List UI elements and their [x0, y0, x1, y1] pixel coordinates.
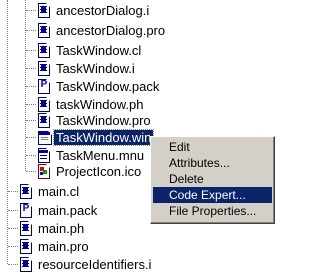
icon-line: [40, 67, 47, 68]
tree-item[interactable]: main.cl: [20, 181, 81, 202]
icon-line: [40, 49, 47, 50]
icon-line: [22, 190, 29, 191]
icon-line: [22, 193, 29, 194]
tree-branch: [26, 155, 36, 156]
source-file-icon: [38, 61, 50, 76]
tree-branch: [26, 171, 36, 172]
icon-line: [40, 103, 47, 104]
tree-item-label: resourceIdentifiers.i: [38, 257, 152, 272]
tree-branch: [8, 264, 18, 265]
icon-line: [40, 9, 47, 10]
icon-line: [40, 122, 47, 123]
menu-item-file-properties[interactable]: File Properties...: [153, 203, 272, 219]
tree-item-label: ancestorDialog.pro: [56, 23, 166, 38]
icon-line: [40, 12, 47, 13]
source-file-icon: [38, 3, 50, 18]
icon-line: [22, 245, 29, 246]
tree-branch: [26, 10, 36, 11]
tree-branch: [26, 86, 36, 87]
icon-line: [40, 100, 47, 101]
tree-branch: [8, 191, 18, 192]
tree-item-label: TaskWindow.cl: [56, 43, 142, 58]
icon-line: [22, 248, 29, 249]
menu-item-delete[interactable]: Delete: [153, 171, 272, 187]
icon-line: [22, 187, 29, 188]
tree-item-label: main.ph: [38, 221, 85, 236]
package-file-icon: P: [20, 203, 32, 218]
tree-item-label: main.pack: [38, 203, 98, 218]
tree-branch: [26, 68, 36, 69]
icon-line: [22, 242, 29, 243]
tree-branch: [8, 246, 18, 247]
tree-branch: [26, 30, 36, 31]
icon-file-icon: [38, 164, 50, 179]
tree-item-label: TaskWindow.pro: [56, 113, 151, 128]
window-file-icon: [38, 130, 52, 145]
tree-branch: [8, 228, 18, 229]
package-file-icon: P: [38, 79, 50, 94]
tree-item-label: ancestorDialog.i: [56, 3, 150, 18]
icon-line: [40, 46, 47, 47]
tree-item-label: main.pro: [38, 239, 89, 254]
package-letter: P: [22, 203, 30, 214]
icon-line: [22, 260, 29, 261]
menu-item-edit[interactable]: Edit: [153, 139, 272, 155]
source-file-icon: [38, 113, 50, 128]
tree-item-label: TaskWindow.i: [56, 61, 135, 76]
icon-line: [40, 52, 47, 53]
source-file-icon: [20, 184, 32, 199]
icon-line: [40, 32, 47, 33]
icon-line: [22, 263, 29, 264]
tree-item-label: main.cl: [38, 184, 80, 199]
tree-line-root: [7, 0, 8, 264]
tree-branch: [26, 137, 36, 138]
tree-item[interactable]: resourceIdentifiers.i: [20, 254, 153, 275]
icon-line: [40, 64, 47, 65]
icon-line: [40, 26, 47, 27]
menu-item-attributes[interactable]: Attributes...: [153, 155, 272, 171]
tree-item-label: TaskWindow.win: [52, 129, 155, 146]
source-file-icon: [38, 23, 50, 38]
package-letter: P: [40, 79, 48, 90]
icon-line: [40, 119, 47, 120]
icon-line: [22, 266, 29, 267]
tree-item[interactable]: ancestorDialog.pro: [38, 20, 167, 41]
icon-line: [40, 29, 47, 30]
source-file-icon: [20, 257, 32, 272]
icon-line: [22, 227, 29, 228]
tree-item[interactable]: ancestorDialog.i: [38, 0, 151, 21]
icon-line: [40, 116, 47, 117]
tree-item-label: TaskWindow.pack: [56, 79, 160, 94]
icon-line: [40, 70, 47, 71]
icon-line: [22, 224, 29, 225]
tree-branch: [8, 210, 18, 211]
tree-item[interactable]: ProjectIcon.ico: [38, 161, 143, 182]
menu-item-code-expert[interactable]: Code Expert...: [153, 187, 272, 203]
tree-item-label: ProjectIcon.ico: [56, 164, 142, 179]
tree-branch: [26, 104, 36, 105]
icon-line: [40, 106, 47, 107]
source-file-icon: [38, 43, 50, 58]
tree-branch: [26, 120, 36, 121]
context-menu: Edit Attributes... Delete Code Expert...…: [150, 136, 275, 224]
source-file-icon: [20, 239, 32, 254]
icon-line: [40, 6, 47, 7]
tree-branch: [26, 50, 36, 51]
source-file-icon: [20, 221, 32, 236]
icon-line: [22, 230, 29, 231]
